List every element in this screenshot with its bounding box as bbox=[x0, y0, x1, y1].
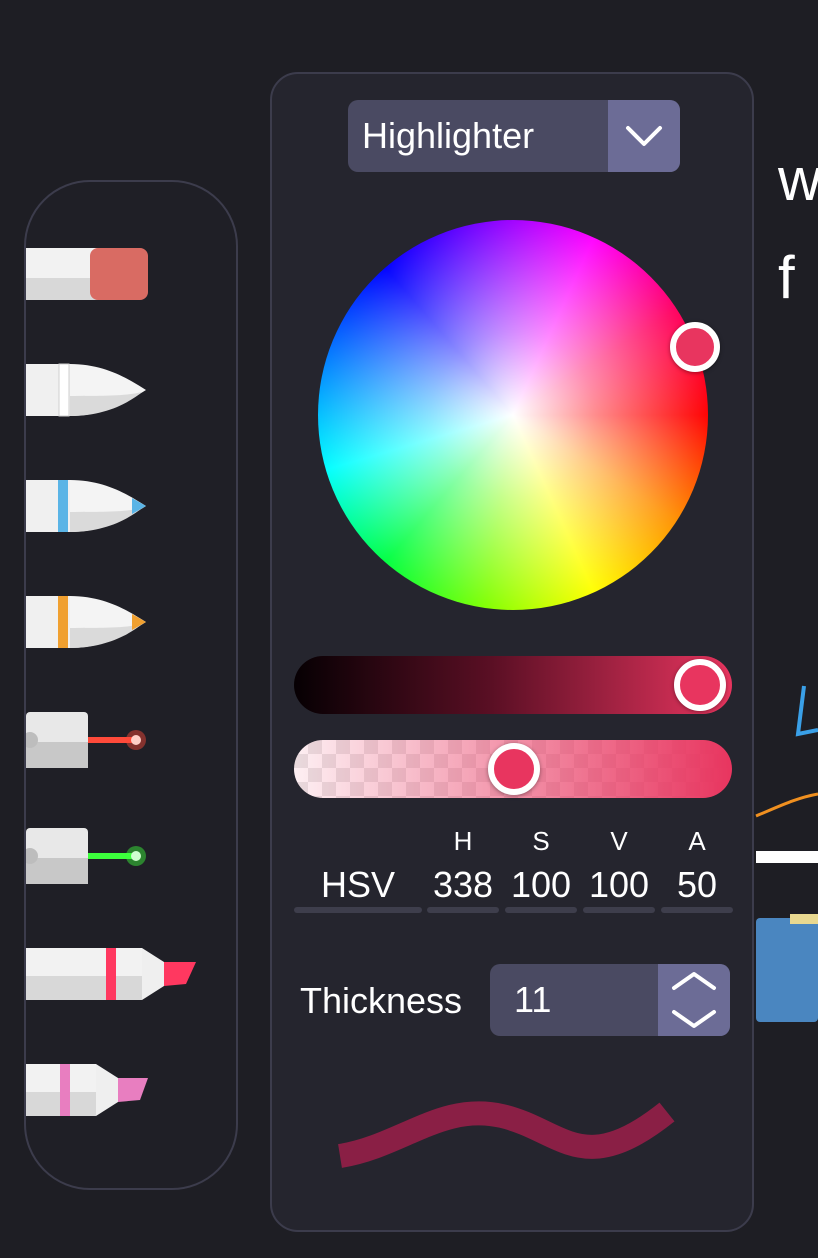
canvas-orange-stroke bbox=[755, 792, 818, 818]
canvas-text-f: f bbox=[778, 244, 795, 311]
chevron-up-icon[interactable] bbox=[672, 972, 716, 990]
hue-field[interactable]: 338 bbox=[427, 864, 499, 906]
thickness-field[interactable]: 11 bbox=[490, 964, 730, 1036]
eraser-tool[interactable] bbox=[26, 246, 156, 302]
alpha-field[interactable]: 50 bbox=[661, 864, 733, 906]
chevron-down-icon[interactable] bbox=[608, 100, 680, 172]
highlighter-red-tool[interactable] bbox=[26, 944, 206, 1004]
chevron-down-icon[interactable] bbox=[672, 1010, 716, 1028]
canvas-blue-stroke bbox=[795, 685, 818, 737]
hue-underline bbox=[427, 907, 499, 913]
tool-type-dropdown[interactable]: Highlighter bbox=[348, 100, 680, 172]
canvas-yellow-strip bbox=[790, 914, 818, 924]
value-underline bbox=[583, 907, 655, 913]
laser-green-tool[interactable] bbox=[26, 828, 156, 884]
thickness-value[interactable]: 11 bbox=[514, 964, 551, 1036]
color-picker-panel: Highlighter H S V A HSV 338 100 100 50 T… bbox=[270, 72, 754, 1232]
highlighter-pink-tool[interactable] bbox=[26, 1060, 156, 1120]
value-slider-handle[interactable] bbox=[674, 659, 726, 711]
tool-rail bbox=[24, 180, 238, 1190]
saturation-field[interactable]: 100 bbox=[505, 864, 577, 906]
laser-red-tool[interactable] bbox=[26, 712, 156, 768]
value-slider[interactable] bbox=[294, 656, 732, 714]
channel-label-v: V bbox=[610, 826, 628, 856]
color-model-underline bbox=[294, 907, 422, 913]
value-field[interactable]: 100 bbox=[583, 864, 655, 906]
saturation-underline bbox=[505, 907, 577, 913]
pen-orange-tool[interactable] bbox=[26, 594, 156, 650]
channel-label-a: A bbox=[688, 826, 706, 856]
canvas-white-stroke bbox=[756, 851, 818, 863]
pen-white-tool[interactable] bbox=[26, 362, 156, 418]
canvas-blue-shape bbox=[756, 918, 818, 1022]
pen-blue-tool[interactable] bbox=[26, 478, 156, 534]
tool-type-label: Highlighter bbox=[362, 115, 535, 156]
alpha-underline bbox=[661, 907, 733, 913]
alpha-slider-handle[interactable] bbox=[488, 743, 540, 795]
preview-stroke bbox=[337, 1101, 675, 1168]
color-wheel-handle[interactable] bbox=[670, 322, 720, 372]
thickness-stepper[interactable] bbox=[658, 964, 730, 1036]
color-model-selector[interactable]: HSV bbox=[294, 864, 422, 906]
color-wheel[interactable] bbox=[318, 220, 708, 610]
channel-label-s: S bbox=[532, 826, 550, 856]
thickness-label: Thickness bbox=[300, 980, 463, 1021]
stroke-preview bbox=[337, 1101, 675, 1168]
canvas-text-w: w bbox=[777, 146, 818, 213]
channel-label-h: H bbox=[453, 826, 473, 856]
